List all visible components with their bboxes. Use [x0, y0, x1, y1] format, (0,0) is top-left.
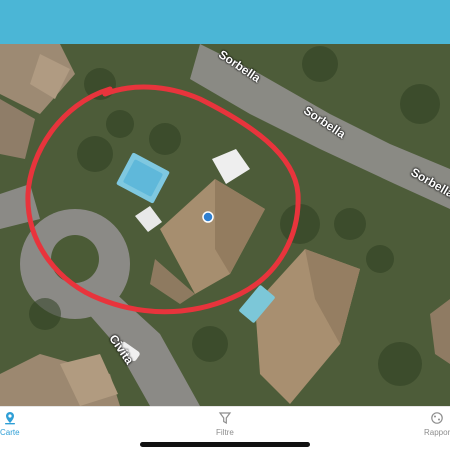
filter-icon [218, 411, 232, 427]
map-pin-icon [3, 411, 17, 427]
home-indicator [140, 442, 310, 447]
tab-filtre[interactable]: Filtre [216, 411, 234, 437]
satellite-imagery [0, 44, 450, 406]
tab-label: Carte [0, 428, 20, 437]
app-header-bar [0, 0, 450, 44]
report-icon [430, 411, 444, 427]
tab-carte[interactable]: Carte [0, 411, 20, 437]
location-dot [203, 212, 213, 222]
satellite-map[interactable]: Sorbella Sorbella Sorbella Civita [0, 44, 450, 406]
tab-label: Rappor [424, 428, 450, 437]
tab-rapport[interactable]: Rappor [424, 411, 450, 437]
tab-label: Filtre [216, 428, 234, 437]
